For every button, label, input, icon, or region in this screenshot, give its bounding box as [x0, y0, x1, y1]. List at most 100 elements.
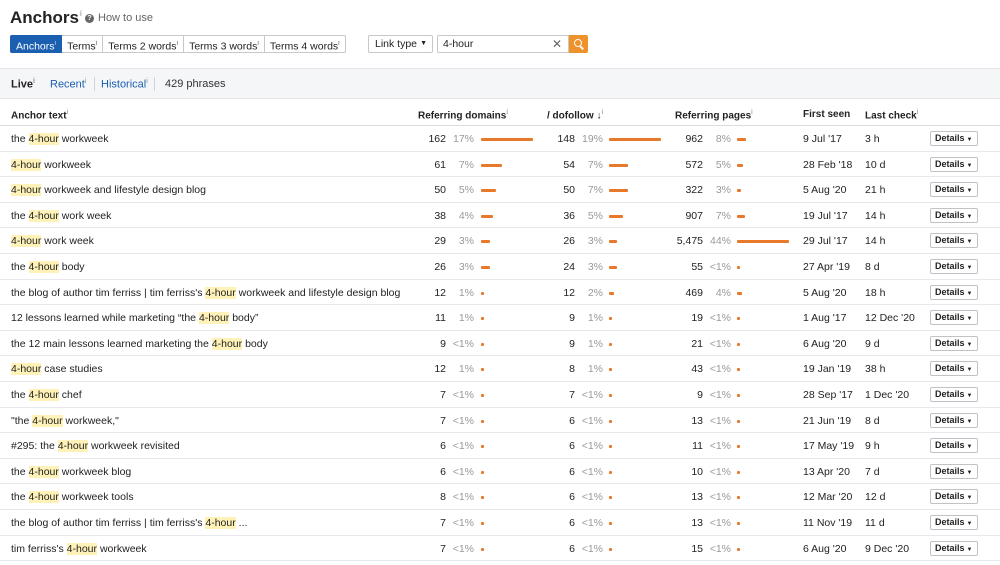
referring-domains-value[interactable]: 9 [418, 338, 446, 350]
dofollow-value[interactable]: 6 [547, 543, 575, 555]
caret-down-icon: ▼ [966, 495, 973, 502]
dofollow-value[interactable]: 6 [547, 415, 575, 427]
dofollow-value[interactable]: 6 [547, 517, 575, 529]
referring-domains-value[interactable]: 6 [418, 440, 446, 452]
dofollow-value[interactable]: 7 [547, 389, 575, 401]
referring-domains-value[interactable]: 6 [418, 466, 446, 478]
dofollow-value[interactable]: 54 [547, 159, 575, 171]
first-seen-date: 1 Aug '17 [803, 312, 847, 325]
tab-historical[interactable]: Historicali [101, 78, 148, 91]
tab-terms-4-words[interactable]: Terms 4 wordsi [264, 35, 346, 53]
dofollow-value[interactable]: 12 [547, 287, 575, 299]
tab-recent[interactable]: Recenti [50, 78, 86, 91]
details-label: Details [935, 158, 965, 169]
dofollow-value[interactable]: 6 [547, 466, 575, 478]
caret-down-icon: ▼ [420, 40, 427, 47]
how-to-use-link[interactable]: ? How to use [85, 12, 153, 24]
col-dofollow[interactable]: / dofollow ↓i [547, 109, 603, 121]
referring-pages-value[interactable]: 572 [670, 159, 703, 171]
info-icon[interactable]: i [80, 9, 82, 18]
referring-pages-value[interactable]: 19 [670, 312, 703, 324]
referring-pages-value[interactable]: 5,475 [670, 235, 703, 247]
referring-pages-value[interactable]: 21 [670, 338, 703, 350]
dofollow-value[interactable]: 8 [547, 363, 575, 375]
referring-domains-value[interactable]: 162 [418, 133, 446, 145]
referring-pages-value[interactable]: 9 [670, 389, 703, 401]
col-referring-pages[interactable]: Referring pagesi [675, 109, 753, 121]
col-first-seen[interactable]: First seen [803, 109, 850, 120]
referring-domains-value[interactable]: 29 [418, 235, 446, 247]
details-label: Details [935, 133, 965, 143]
details-button[interactable]: Details ▼ [930, 335, 978, 351]
dofollow-value[interactable]: 148 [547, 133, 575, 145]
phrase-count: 429 phrases [165, 78, 226, 90]
referring-domains-value[interactable]: 7 [418, 543, 446, 555]
dofollow-bar [609, 317, 612, 321]
referring-pages-value[interactable]: 907 [670, 210, 703, 222]
dofollow-value[interactable]: 26 [547, 235, 575, 247]
referring-domains-value[interactable]: 61 [418, 159, 446, 171]
anchor-post: workweek revisited [88, 440, 180, 453]
col-anchor-text[interactable]: Anchor texti [11, 109, 68, 121]
link-type-dropdown[interactable]: Link type ▼ [368, 35, 433, 53]
details-button[interactable]: Details ▼ [930, 540, 978, 556]
details-button[interactable]: Details ▼ [930, 233, 978, 249]
tab-terms[interactable]: Termsi [62, 35, 104, 53]
referring-domains-value[interactable]: 12 [418, 287, 446, 299]
details-button[interactable]: Details ▼ [930, 259, 978, 274]
details-button[interactable]: Details ▼ [930, 182, 978, 198]
details-button[interactable]: Details ▼ [930, 489, 978, 505]
dofollow-value[interactable]: 9 [547, 338, 575, 350]
details-button[interactable]: Details ▼ [930, 207, 978, 223]
clear-icon[interactable]: ✕ [551, 37, 563, 51]
referring-domains-bar [481, 419, 484, 423]
tab-anchors[interactable]: Anchorsi [10, 35, 63, 53]
tab-terms-2-words[interactable]: Terms 2 wordsi [103, 35, 185, 53]
referring-domains-value[interactable]: 12 [418, 363, 446, 375]
referring-pages-value[interactable]: 962 [670, 133, 703, 145]
referring-pages-value[interactable]: 469 [670, 287, 703, 299]
details-button[interactable]: Details ▼ [930, 131, 978, 146]
referring-domains-value[interactable]: 7 [418, 415, 446, 427]
referring-pages-value[interactable]: 10 [670, 466, 703, 478]
details-button[interactable]: Details ▼ [930, 412, 978, 428]
details-button[interactable]: Details ▼ [930, 463, 978, 479]
referring-pages-value[interactable]: 322 [670, 184, 703, 196]
referring-domains-value[interactable]: 38 [418, 210, 446, 222]
dofollow-value[interactable]: 6 [547, 440, 575, 452]
referring-domains-value[interactable]: 50 [418, 184, 446, 196]
referring-domains-value[interactable]: 26 [418, 261, 446, 273]
details-button[interactable]: Details ▼ [930, 438, 978, 454]
search-input[interactable] [437, 35, 569, 53]
dofollow-value[interactable]: 9 [547, 312, 575, 324]
details-button[interactable]: Details ▼ [930, 361, 978, 377]
referring-pages-value[interactable]: 15 [670, 543, 703, 555]
details-button[interactable]: Details ▼ [930, 310, 978, 326]
referring-pages-value[interactable]: 43 [670, 363, 703, 375]
col-last-check[interactable]: Last checki [865, 109, 918, 121]
tab-live[interactable]: Livei [11, 78, 35, 91]
tab-terms-3-words[interactable]: Terms 3 wordsi [184, 35, 265, 53]
details-button[interactable]: Details ▼ [930, 284, 978, 300]
referring-domains-value[interactable]: 11 [418, 312, 446, 324]
referring-domains-value[interactable]: 7 [418, 517, 446, 529]
search-button[interactable] [569, 35, 588, 53]
referring-pages-value[interactable]: 11 [670, 440, 703, 452]
referring-pages-value[interactable]: 13 [670, 517, 703, 529]
anchor-highlight: 4-hour [205, 517, 236, 529]
dofollow-value[interactable]: 24 [547, 261, 575, 273]
referring-domains-value[interactable]: 7 [418, 389, 446, 401]
referring-pages-value[interactable]: 55 [670, 261, 703, 273]
details-button[interactable]: Details ▼ [930, 156, 978, 172]
dofollow-value[interactable]: 50 [547, 184, 575, 196]
details-button[interactable]: Details ▼ [930, 387, 978, 402]
dofollow-value[interactable]: 6 [547, 491, 575, 503]
anchor-highlight: 4-hour [198, 312, 230, 325]
dofollow-pct: 2% [587, 286, 603, 299]
referring-pages-value[interactable]: 13 [670, 415, 703, 427]
col-referring-domains[interactable]: Referring domainsi [418, 109, 508, 121]
referring-pages-value[interactable]: 13 [670, 491, 703, 503]
referring-domains-value[interactable]: 8 [418, 491, 446, 503]
dofollow-value[interactable]: 36 [547, 210, 575, 222]
details-button[interactable]: Details ▼ [930, 515, 978, 530]
